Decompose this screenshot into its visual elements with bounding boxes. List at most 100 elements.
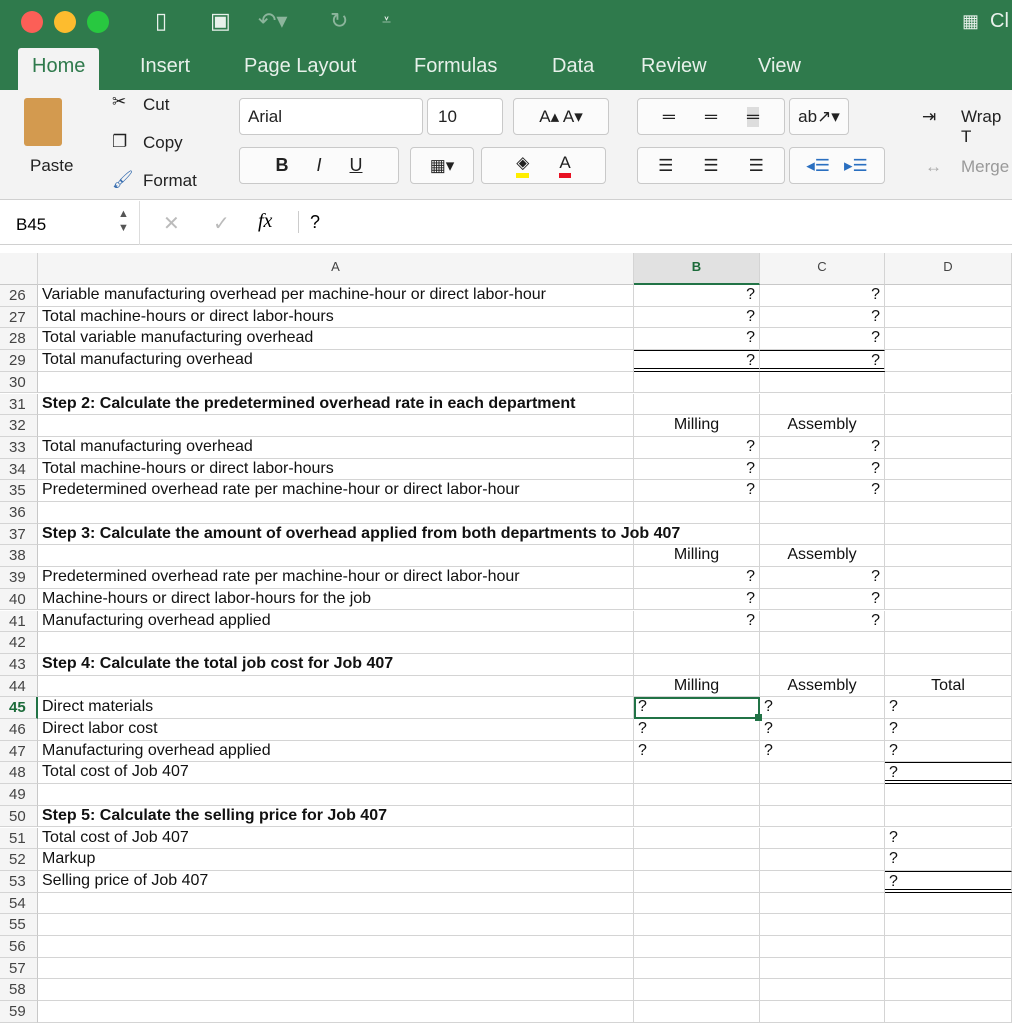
save-icon[interactable]: ▣ (210, 8, 231, 34)
cell-a50[interactable]: Step 5: Calculate the selling price for … (38, 805, 634, 828)
cell-b32[interactable]: Milling (634, 415, 760, 437)
cell-b49[interactable] (634, 784, 760, 806)
tab-home[interactable]: Home (18, 48, 100, 90)
cell-d41[interactable] (885, 610, 1012, 633)
row-header[interactable]: 36 (0, 502, 38, 524)
cell-b34[interactable]: ? (634, 458, 760, 481)
cut-button[interactable]: Cut (143, 95, 169, 115)
close-window-button[interactable] (21, 11, 43, 33)
cell-b37[interactable] (634, 523, 760, 546)
cell-b44[interactable]: Milling (634, 675, 760, 698)
cell-c58[interactable] (760, 979, 885, 1002)
row-header[interactable]: 43 (0, 653, 38, 676)
cell-d38[interactable] (885, 545, 1012, 568)
row-header[interactable]: 26 (0, 285, 38, 307)
cell-c30[interactable] (760, 371, 885, 394)
cell-d46[interactable]: ? (885, 719, 1012, 741)
column-header-d[interactable]: D (885, 253, 1012, 285)
cell-a44[interactable] (38, 675, 634, 698)
horizontal-align-group[interactable]: ☰ ☰ ☰ (637, 147, 785, 184)
row-header[interactable]: 50 (0, 805, 38, 828)
cell-b35[interactable]: ? (634, 480, 760, 502)
row-header[interactable]: 59 (0, 1001, 38, 1023)
cell-d36[interactable] (885, 502, 1012, 524)
formula-input[interactable]: ? (310, 212, 320, 233)
font-color-icon[interactable]: A (559, 153, 571, 178)
cell-b43[interactable] (634, 653, 760, 676)
redo-icon[interactable]: ↻ (330, 8, 348, 34)
row-header[interactable]: 48 (0, 762, 38, 785)
cell-c47[interactable]: ? (760, 740, 885, 763)
cell-b48[interactable] (634, 762, 760, 785)
align-top-icon[interactable]: ═ (663, 107, 675, 127)
cell-a49[interactable] (38, 784, 634, 806)
row-header[interactable]: 34 (0, 458, 38, 481)
row-header[interactable]: 49 (0, 784, 38, 806)
cell-d32[interactable] (885, 415, 1012, 437)
paste-button[interactable]: Paste (30, 156, 73, 176)
cell-d26[interactable] (885, 285, 1012, 307)
cell-c39[interactable]: ? (760, 567, 885, 589)
sidebar-toggle-icon[interactable]: ▯ (155, 8, 167, 34)
cell-b56[interactable] (634, 936, 760, 958)
row-header[interactable]: 47 (0, 740, 38, 763)
row-header[interactable]: 30 (0, 371, 38, 394)
cell-d55[interactable] (885, 914, 1012, 936)
cell-c36[interactable] (760, 502, 885, 524)
cell-d33[interactable] (885, 436, 1012, 459)
cell-a52[interactable]: Markup (38, 849, 634, 871)
row-header[interactable]: 55 (0, 914, 38, 936)
copy-button[interactable]: Copy (143, 133, 183, 153)
cell-a53[interactable]: Selling price of Job 407 (38, 870, 634, 893)
cell-b42[interactable] (634, 632, 760, 654)
cell-a59[interactable] (38, 1001, 634, 1023)
cell-b36[interactable] (634, 502, 760, 524)
cell-c44[interactable]: Assembly (760, 675, 885, 698)
row-header[interactable]: 58 (0, 979, 38, 1002)
cell-b57[interactable] (634, 957, 760, 980)
column-header-b[interactable]: B (634, 253, 760, 285)
cell-d31[interactable] (885, 393, 1012, 416)
customize-toolbar-icon[interactable]: ⩡ (382, 12, 391, 30)
increase-indent-icon[interactable]: ▸☰ (844, 156, 868, 176)
cell-d52[interactable]: ? (885, 849, 1012, 871)
font-name-select[interactable]: Arial (239, 98, 423, 135)
indent-group[interactable]: ◂☰ ▸☰ (789, 147, 885, 184)
cell-a31[interactable]: Step 2: Calculate the predetermined over… (38, 393, 634, 416)
cell-a41[interactable]: Manufacturing overhead applied (38, 610, 634, 633)
cell-a55[interactable] (38, 914, 634, 936)
cell-a42[interactable] (38, 632, 634, 654)
cell-b29[interactable]: ? (634, 350, 760, 372)
cell-c49[interactable] (760, 784, 885, 806)
cell-b53[interactable] (634, 870, 760, 893)
cell-b27[interactable]: ? (634, 306, 760, 329)
cell-d30[interactable] (885, 371, 1012, 394)
cell-c37[interactable] (760, 523, 885, 546)
cell-a28[interactable]: Total variable manufacturing overhead (38, 328, 634, 351)
cell-b39[interactable]: ? (634, 567, 760, 589)
cell-d49[interactable] (885, 784, 1012, 806)
cell-d48[interactable]: ? (885, 762, 1012, 785)
cell-a47[interactable]: Manufacturing overhead applied (38, 740, 634, 763)
row-header[interactable]: 44 (0, 675, 38, 698)
align-middle-icon[interactable]: ═ (705, 107, 717, 127)
row-header[interactable]: 31 (0, 393, 38, 416)
cell-c35[interactable]: ? (760, 480, 885, 502)
cell-d34[interactable] (885, 458, 1012, 481)
cell-a57[interactable] (38, 957, 634, 980)
cell-a38[interactable] (38, 545, 634, 568)
row-header[interactable]: 54 (0, 892, 38, 915)
cell-d39[interactable] (885, 567, 1012, 589)
row-header[interactable]: 39 (0, 567, 38, 589)
cell-d59[interactable] (885, 1001, 1012, 1023)
cell-b30[interactable] (634, 371, 760, 394)
cell-c45[interactable]: ? (760, 697, 885, 719)
select-all-corner[interactable] (0, 253, 38, 285)
row-header[interactable]: 29 (0, 350, 38, 372)
cell-a29[interactable]: Total manufacturing overhead (38, 350, 634, 372)
cell-c40[interactable]: ? (760, 588, 885, 611)
cell-c42[interactable] (760, 632, 885, 654)
cell-b38[interactable]: Milling (634, 545, 760, 568)
cell-d37[interactable] (885, 523, 1012, 546)
tab-data[interactable]: Data (538, 48, 608, 90)
